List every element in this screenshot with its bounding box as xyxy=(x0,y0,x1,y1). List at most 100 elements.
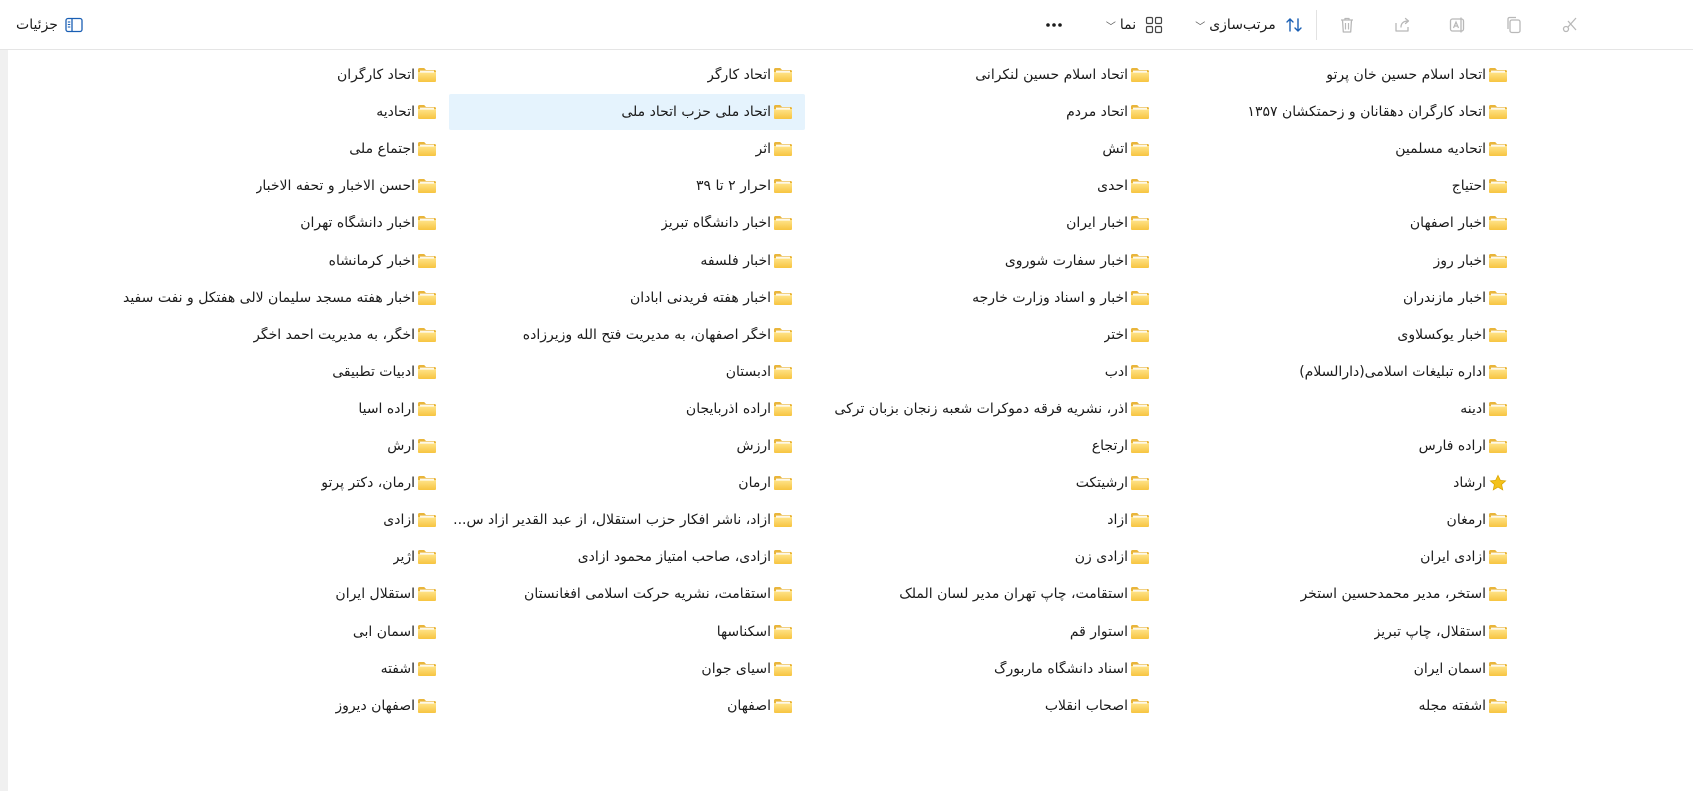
folder-item[interactable]: اخبار روز xyxy=(1190,243,1520,279)
folder-item[interactable]: ازادی زن xyxy=(822,539,1162,575)
folder-item[interactable]: اراده اسیا xyxy=(89,391,449,427)
folder-item[interactable]: ازاد، ناشر افکار حزب استقلال، از عبد الق… xyxy=(449,502,805,538)
folder-item[interactable]: اخبار ایران xyxy=(822,205,1162,241)
folder-item[interactable]: اخبار هفته مسجد سلیمان لالی هفتکل و نفت … xyxy=(89,280,449,316)
folder-item[interactable]: احسن الاخبار و تحفه الاخبار xyxy=(89,168,449,204)
copy-button[interactable] xyxy=(1496,10,1532,40)
folder-item[interactable]: اخبار کرمانشاه xyxy=(89,243,449,279)
folder-item[interactable]: ادبستان xyxy=(449,354,805,390)
folder-item[interactable]: ازاد xyxy=(822,502,1162,538)
folder-item[interactable]: اجتماع ملی xyxy=(89,131,449,167)
view-button[interactable]: ﹀ نما xyxy=(1098,10,1168,40)
folder-item[interactable]: ارش xyxy=(89,428,449,464)
folder-item[interactable]: اتحاد ملی حزب اتحاد ملی xyxy=(449,94,805,130)
folder-name: اتحاد کارگران xyxy=(336,67,415,83)
folder-item[interactable]: ارشیتکت xyxy=(822,465,1162,501)
folder-icon xyxy=(1131,662,1149,676)
folder-item[interactable]: اختر xyxy=(822,317,1162,353)
delete-button[interactable] xyxy=(1329,10,1365,40)
folder-item[interactable]: ازادی، صاحب امتیاز محمود ازادی xyxy=(449,539,805,575)
folder-item[interactable]: اداره تبلیغات اسلامی(دارالسلام) xyxy=(1190,354,1520,390)
folder-item[interactable]: اتحاد اسلام حسین خان پرتو xyxy=(1190,57,1520,93)
folder-item[interactable]: اخبار فلسفه xyxy=(449,243,805,279)
folder-item[interactable]: ارشاد xyxy=(1190,465,1520,501)
folder-item[interactable]: اراده اذربایجان xyxy=(449,391,805,427)
folder-item[interactable]: ارزش xyxy=(449,428,805,464)
folder-item[interactable]: احدی xyxy=(822,168,1162,204)
share-button[interactable] xyxy=(1385,10,1421,40)
folder-item[interactable]: اژیر xyxy=(89,539,449,575)
folder-item[interactable]: اراده فارس xyxy=(1190,428,1520,464)
folder-item[interactable]: اخبار مازندران xyxy=(1190,280,1520,316)
folder-item[interactable]: اخبار دانشگاه تهران xyxy=(89,205,449,241)
folder-name: اسمان ابی xyxy=(352,624,415,640)
folder-item[interactable]: ادبیات تطبیقی xyxy=(89,354,449,390)
folder-item[interactable]: ادینه xyxy=(1190,391,1520,427)
folder-item[interactable]: اسیای جوان xyxy=(449,651,805,687)
more-options-button[interactable] xyxy=(1036,10,1072,40)
folder-item[interactable]: احرار ۲ تا ۳۹ xyxy=(449,168,805,204)
folder-icon xyxy=(774,254,792,268)
folder-icon xyxy=(1489,402,1507,416)
folder-item[interactable]: استقلال، چاپ تبریز xyxy=(1190,614,1520,650)
folder-item[interactable]: اتش xyxy=(822,131,1162,167)
folder-item[interactable]: ارمان، دکتر پرتو xyxy=(89,465,449,501)
sort-button[interactable]: ﹀ مرتب‌سازی xyxy=(1190,10,1305,40)
folder-item[interactable]: اخبار و اسناد وزارت خارجه xyxy=(822,280,1162,316)
folder-item[interactable]: ادب xyxy=(822,354,1162,390)
folder-item[interactable]: ارتجاع xyxy=(822,428,1162,464)
folder-name: اتش xyxy=(1102,141,1128,157)
folder-item[interactable]: اذر، نشریه فرقه دموکرات شعبه زنجان بزبان… xyxy=(822,391,1162,427)
folder-icon xyxy=(1131,142,1149,156)
folder-item[interactable]: اسمان ابی xyxy=(89,614,449,650)
folder-item[interactable]: اسکناسها xyxy=(449,614,805,650)
folder-item[interactable]: ارمان xyxy=(449,465,805,501)
folder-item[interactable]: استقلال ایران xyxy=(89,576,449,612)
folder-item[interactable]: ارمغان xyxy=(1190,502,1520,538)
folder-item[interactable]: اخبار دانشگاه تبریز xyxy=(449,205,805,241)
folder-item[interactable]: اخگر اصفهان، به مدیریت فتح الله وزیرزاده xyxy=(449,317,805,353)
folder-item[interactable]: اتحادیه xyxy=(89,94,449,130)
folder-item[interactable]: اثر xyxy=(449,131,805,167)
folder-icon xyxy=(1131,291,1149,305)
folder-item[interactable]: استقامت، نشریه حرکت اسلامی افغانستان xyxy=(449,576,805,612)
folder-item[interactable]: اتحاد کارگران دهقانان و زحمتکشان ۱۳۵۷ xyxy=(1190,94,1520,130)
folder-item[interactable]: اخبار یوکسلاوی xyxy=(1190,317,1520,353)
folder-item[interactable]: اخبار اصفهان xyxy=(1190,205,1520,241)
folder-item[interactable]: اشفته مجله xyxy=(1190,688,1520,724)
folder-item[interactable]: ازادی xyxy=(89,502,449,538)
folder-item[interactable]: اخبار سفارت شوروی xyxy=(822,243,1162,279)
folder-item[interactable]: اخبار هفته فریدنی ابادان xyxy=(449,280,805,316)
folder-item[interactable]: اصفهان دیروز xyxy=(89,688,449,724)
folder-name: اخگر اصفهان، به مدیریت فتح الله وزیرزاده xyxy=(522,327,771,343)
folder-item[interactable]: اسمان ایران xyxy=(1190,651,1520,687)
details-pane-button[interactable]: جزئیات xyxy=(10,10,90,40)
folder-name: اسیای جوان xyxy=(701,661,771,677)
folder-icon xyxy=(774,179,792,193)
scrollbar-track[interactable] xyxy=(0,50,8,791)
folder-icon xyxy=(774,662,792,676)
folder-item[interactable]: اصفهان xyxy=(449,688,805,724)
folder-item[interactable]: اخگر، به مدیریت احمد اخگر xyxy=(89,317,449,353)
folder-icon xyxy=(1131,365,1149,379)
folder-item[interactable]: اتحاد کارگر xyxy=(449,57,805,93)
folder-item[interactable]: ازادی ایران xyxy=(1190,539,1520,575)
folder-item[interactable]: اتحاد کارگران xyxy=(89,57,449,93)
folder-icon xyxy=(1131,550,1149,564)
cut-button[interactable] xyxy=(1552,10,1588,40)
folder-icon xyxy=(418,402,436,416)
folder-item[interactable]: اشفته xyxy=(89,651,449,687)
folder-item[interactable]: اتحادیه مسلمین xyxy=(1190,131,1520,167)
folder-item[interactable]: اسناد دانشگاه ماربورگ xyxy=(822,651,1162,687)
folder-item[interactable]: اتحاد مردم xyxy=(822,94,1162,130)
folder-name: ارش xyxy=(387,438,415,454)
folder-item[interactable]: اصحاب انقلاب xyxy=(822,688,1162,724)
folder-item[interactable]: استخر، مدیر محمدحسین استخر xyxy=(1190,576,1520,612)
folder-item[interactable]: استقامت، چاپ تهران مدیر لسان الملک xyxy=(822,576,1162,612)
folder-icon xyxy=(418,439,436,453)
folder-item[interactable]: احتیاج xyxy=(1190,168,1520,204)
rename-button[interactable] xyxy=(1440,10,1476,40)
details-pane-icon xyxy=(65,17,83,33)
folder-item[interactable]: اتحاد اسلام حسین لنکرانی xyxy=(822,57,1162,93)
folder-item[interactable]: استوار قم xyxy=(822,614,1162,650)
